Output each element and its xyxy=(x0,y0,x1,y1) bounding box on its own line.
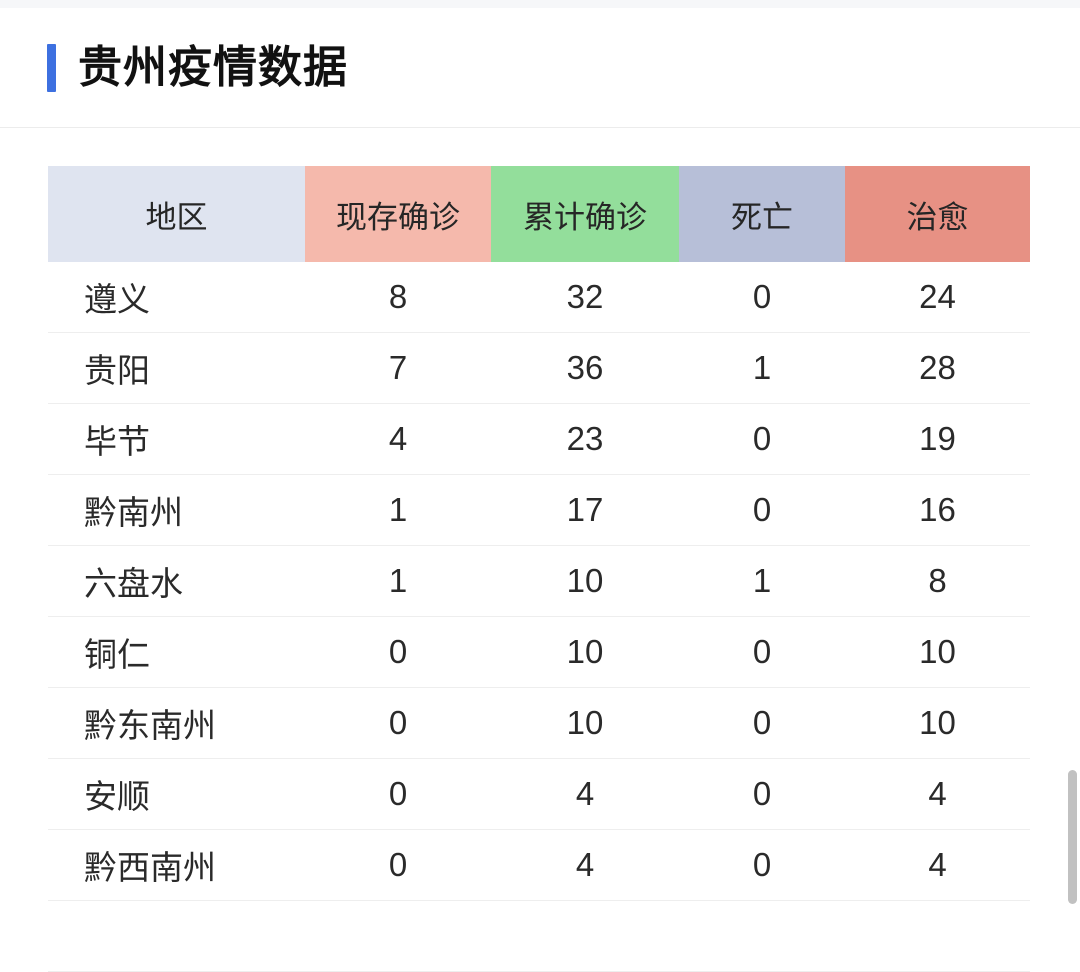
cell-death: 1 xyxy=(679,332,845,404)
cell-cured: 10 xyxy=(845,687,1030,759)
cell-region: 毕节 xyxy=(48,403,305,475)
cell-total xyxy=(491,900,679,972)
cell-death: 0 xyxy=(679,403,845,475)
cell-total: 4 xyxy=(491,829,679,901)
cell-current: 1 xyxy=(305,474,491,546)
cell-current: 0 xyxy=(305,687,491,759)
epidemic-data-table: 地区 现存确诊 累计确诊 死亡 治愈 遵义 8 32 0 24 贵阳 7 36 … xyxy=(48,166,1030,972)
vertical-scrollbar[interactable] xyxy=(1066,0,1080,904)
cell-cured: 24 xyxy=(845,262,1030,333)
cell-total: 17 xyxy=(491,474,679,546)
cell-total: 32 xyxy=(491,262,679,333)
table-row[interactable]: 安顺 0 4 0 4 xyxy=(48,758,1030,830)
table-container: 地区 现存确诊 累计确诊 死亡 治愈 遵义 8 32 0 24 贵阳 7 36 … xyxy=(0,128,1080,972)
cell-death xyxy=(679,900,845,972)
cell-total: 23 xyxy=(491,403,679,475)
column-header-current[interactable]: 现存确诊 xyxy=(305,166,491,262)
cell-region: 安顺 xyxy=(48,758,305,830)
cell-region: 铜仁 xyxy=(48,616,305,688)
cell-total: 4 xyxy=(491,758,679,830)
viewport-top-strip xyxy=(0,0,1080,8)
cell-death: 0 xyxy=(679,262,845,333)
table-row[interactable]: 黔西南州 0 4 0 4 xyxy=(48,829,1030,901)
column-header-total[interactable]: 累计确诊 xyxy=(491,166,679,262)
table-row-clipped[interactable] xyxy=(48,900,1030,972)
cell-death: 0 xyxy=(679,474,845,546)
table-row[interactable]: 六盘水 1 10 1 8 xyxy=(48,545,1030,617)
title-accent-bar xyxy=(47,43,56,92)
page-header: 贵州疫情数据 xyxy=(0,8,1080,128)
cell-total: 36 xyxy=(491,332,679,404)
table-row[interactable]: 毕节 4 23 0 19 xyxy=(48,403,1030,475)
cell-region xyxy=(48,900,305,972)
cell-cured: 4 xyxy=(845,829,1030,901)
cell-current: 7 xyxy=(305,332,491,404)
cell-death: 0 xyxy=(679,616,845,688)
cell-current: 0 xyxy=(305,829,491,901)
cell-cured: 16 xyxy=(845,474,1030,546)
column-header-cured[interactable]: 治愈 xyxy=(845,166,1030,262)
table-row[interactable]: 铜仁 0 10 0 10 xyxy=(48,616,1030,688)
column-header-region[interactable]: 地区 xyxy=(48,166,305,262)
cell-death: 0 xyxy=(679,829,845,901)
cell-region: 黔西南州 xyxy=(48,829,305,901)
cell-current: 4 xyxy=(305,403,491,475)
cell-current: 8 xyxy=(305,262,491,333)
cell-cured xyxy=(845,900,1030,972)
cell-total: 10 xyxy=(491,687,679,759)
cell-cured: 4 xyxy=(845,758,1030,830)
cell-region: 遵义 xyxy=(48,262,305,333)
cell-death: 0 xyxy=(679,758,845,830)
table-row[interactable]: 贵阳 7 36 1 28 xyxy=(48,332,1030,404)
page-title: 贵州疫情数据 xyxy=(78,42,348,92)
cell-cured: 28 xyxy=(845,332,1030,404)
cell-region: 贵阳 xyxy=(48,332,305,404)
cell-current: 1 xyxy=(305,545,491,617)
table-row[interactable]: 黔东南州 0 10 0 10 xyxy=(48,687,1030,759)
cell-current: 0 xyxy=(305,616,491,688)
cell-death: 1 xyxy=(679,545,845,617)
cell-total: 10 xyxy=(491,545,679,617)
cell-current: 0 xyxy=(305,758,491,830)
cell-death: 0 xyxy=(679,687,845,759)
cell-current xyxy=(305,900,491,972)
column-header-death[interactable]: 死亡 xyxy=(679,166,845,262)
table-header-row: 地区 现存确诊 累计确诊 死亡 治愈 xyxy=(48,166,1030,262)
cell-total: 10 xyxy=(491,616,679,688)
cell-region: 黔东南州 xyxy=(48,687,305,759)
cell-cured: 10 xyxy=(845,616,1030,688)
cell-cured: 8 xyxy=(845,545,1030,617)
scrollbar-thumb[interactable] xyxy=(1068,770,1077,904)
cell-cured: 19 xyxy=(845,403,1030,475)
cell-region: 六盘水 xyxy=(48,545,305,617)
table-row[interactable]: 遵义 8 32 0 24 xyxy=(48,262,1030,333)
cell-region: 黔南州 xyxy=(48,474,305,546)
table-row[interactable]: 黔南州 1 17 0 16 xyxy=(48,474,1030,546)
